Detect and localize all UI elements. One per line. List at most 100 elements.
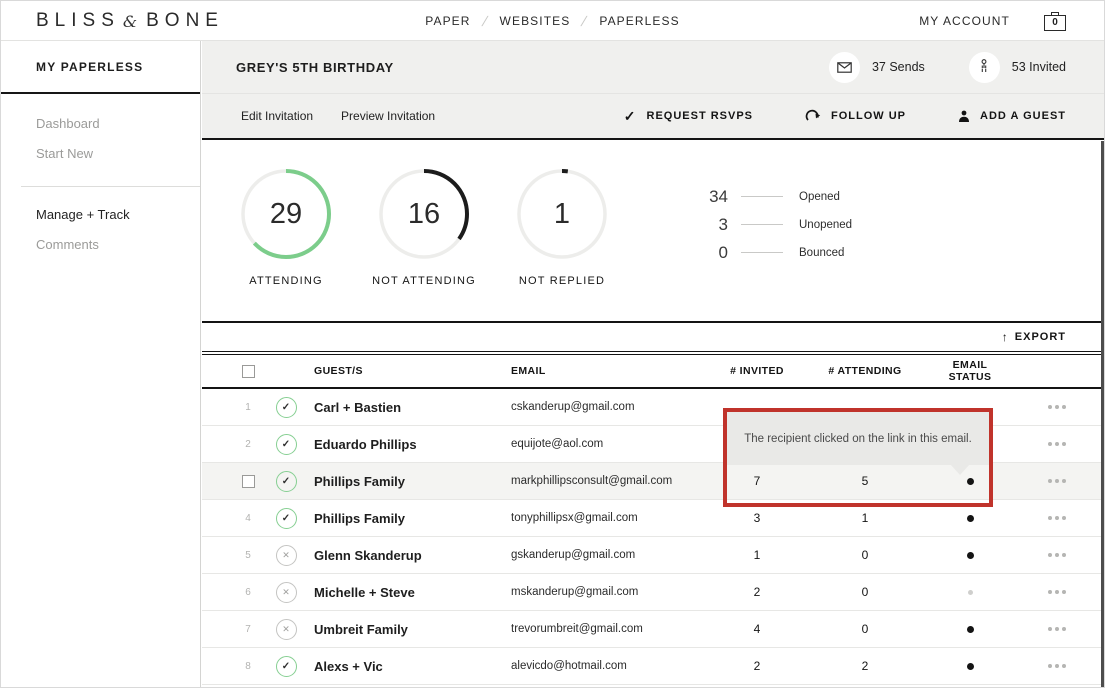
row-options-menu[interactable] [1048,553,1066,557]
table-row[interactable]: 4✓Phillips Familytonyphillipsx@gmail.com… [202,500,1105,537]
cart-icon[interactable]: 0 [1044,12,1066,31]
row-options-menu[interactable] [1048,516,1066,520]
table-row[interactable]: 5✕Glenn Skanderupgskanderup@gmail.com10 [202,537,1105,574]
guest-email: gskanderup@gmail.com [502,549,717,561]
email-status-cell [933,626,1007,633]
table-row[interactable]: 8✓Alexs + Vicalevicdo@hotmail.com22 [202,648,1105,685]
envelope-icon [829,52,860,83]
export-button[interactable]: ↑ EXPORT [1002,330,1066,344]
stat-connector-line [741,252,783,253]
row-menu-cell [1007,516,1105,520]
row-options-menu[interactable] [1048,405,1066,409]
redo-arrow-icon [805,109,821,123]
table-row[interactable]: ✓Phillips Familymarkphillipsconsult@gmai… [202,463,1105,500]
circle-label: NOT ATTENDING [372,275,476,287]
guest-name: Eduardo Phillips [304,437,502,452]
rsvp-icon-cell: ✕ [268,582,304,603]
event-stats: 37 Sends 53 Invited [829,52,1066,83]
row-options-menu[interactable] [1048,479,1066,483]
app-window: BLISS & BONE PAPER/WEBSITES/PAPERLESS MY… [0,0,1105,688]
menu-dot [1055,479,1059,483]
sidebar: MY PAPERLESS DashboardStart NewManage + … [1,41,201,688]
attending-count: 0 [797,585,933,599]
email-stat-label: Opened [799,191,840,203]
rsvp-circles: 29ATTENDING16NOT ATTENDING1NOT REPLIED [238,166,610,287]
request-rsvps-button[interactable]: ✓ REQUEST RSVPS [624,108,753,125]
menu-dot [1062,405,1066,409]
select-all-checkbox[interactable] [242,365,255,378]
nav-separator: / [480,13,490,29]
rsvp-no-icon: ✕ [276,582,297,603]
export-label: EXPORT [1015,331,1066,343]
my-account-link[interactable]: MY ACCOUNT [919,14,1010,28]
guest-email: tonyphillipsx@gmail.com [502,512,717,524]
table-row[interactable]: 1✓Carl + Bastiencskanderup@gmail.com [202,389,1105,426]
up-arrow-icon: ↑ [1002,330,1009,344]
sidebar-item-dashboard[interactable]: Dashboard [1,108,200,138]
nav-item-paperless[interactable]: PAPERLESS [599,14,679,28]
follow-up-button[interactable]: FOLLOW UP [805,109,906,123]
sidebar-menu: DashboardStart New Manage + TrackComments [1,94,200,259]
row-number: 5 [245,550,251,561]
row-select-cell: 5 [228,550,268,561]
add-a-guest-button[interactable]: ADD A GUEST [958,110,1066,123]
preview-invitation-link[interactable]: Preview Invitation [341,109,435,123]
row-options-menu[interactable] [1048,664,1066,668]
menu-dot [1048,627,1052,631]
header-attending[interactable]: # ATTENDING [797,365,933,377]
row-options-menu[interactable] [1048,442,1066,446]
email-status-dot [967,478,974,485]
menu-dot [1062,479,1066,483]
top-header: BLISS & BONE PAPER/WEBSITES/PAPERLESS MY… [1,1,1104,41]
attending-count: 5 [797,474,933,488]
guest-name: Carl + Bastien [304,400,502,415]
header-email[interactable]: EMAIL [502,365,717,377]
row-options-menu[interactable] [1048,627,1066,631]
table-row[interactable]: 6✕Michelle + Stevemskanderup@gmail.com20 [202,574,1105,611]
rsvp-no-icon: ✕ [276,619,297,640]
email-status-cell [933,478,1007,485]
vertical-scrollbar[interactable] [1101,141,1104,688]
header-invited[interactable]: # INVITED [717,365,797,377]
email-stat-opened: 34Opened [688,187,852,206]
sidebar-item-comments[interactable]: Comments [1,229,200,259]
rsvp-circle-not-attending: 16NOT ATTENDING [376,166,472,287]
add-guest-person-icon [958,110,970,123]
row-options-menu[interactable] [1048,590,1066,594]
sidebar-item-start-new[interactable]: Start New [1,138,200,168]
header-right: MY ACCOUNT 0 [919,1,1066,41]
add-guest-label: ADD A GUEST [980,110,1066,122]
rsvp-icon-cell: ✓ [268,434,304,455]
menu-dot [1048,442,1052,446]
nav-item-paper[interactable]: PAPER [425,14,470,28]
nav-item-websites[interactable]: WEBSITES [500,14,571,28]
invited-count: 1 [717,548,797,562]
table-row[interactable]: 2✓Eduardo Phillipsequijote@aol.com [202,426,1105,463]
row-number: 4 [245,513,251,524]
row-menu-cell [1007,405,1105,409]
table-row[interactable]: 7✕Umbreit Familytrevorumbreit@gmail.com4… [202,611,1105,648]
header-email-status[interactable]: EMAIL STATUS [933,359,1007,383]
email-status-dot [967,663,974,670]
circle-label: NOT REPLIED [519,275,605,287]
guest-email: trevorumbreit@gmail.com [502,623,717,635]
row-select-cell: 6 [228,587,268,598]
edit-invitation-link[interactable]: Edit Invitation [241,109,313,123]
menu-dot [1055,664,1059,668]
follow-up-label: FOLLOW UP [831,110,906,122]
menu-dot [1055,627,1059,631]
guest-email: alevicdo@hotmail.com [502,660,717,672]
email-status-dot [967,626,974,633]
rsvp-icon-cell: ✕ [268,545,304,566]
row-menu-cell [1007,442,1105,446]
row-checkbox[interactable] [242,475,255,488]
sidebar-divider [21,186,200,187]
rsvp-icon-cell: ✓ [268,471,304,492]
menu-dot [1055,553,1059,557]
sidebar-item-manage-track[interactable]: Manage + Track [1,199,200,229]
circle-label: ATTENDING [249,275,323,287]
menu-dot [1048,479,1052,483]
menu-dot [1055,405,1059,409]
header-guests[interactable]: GUEST/S [304,365,502,377]
attending-count: 2 [797,659,933,673]
